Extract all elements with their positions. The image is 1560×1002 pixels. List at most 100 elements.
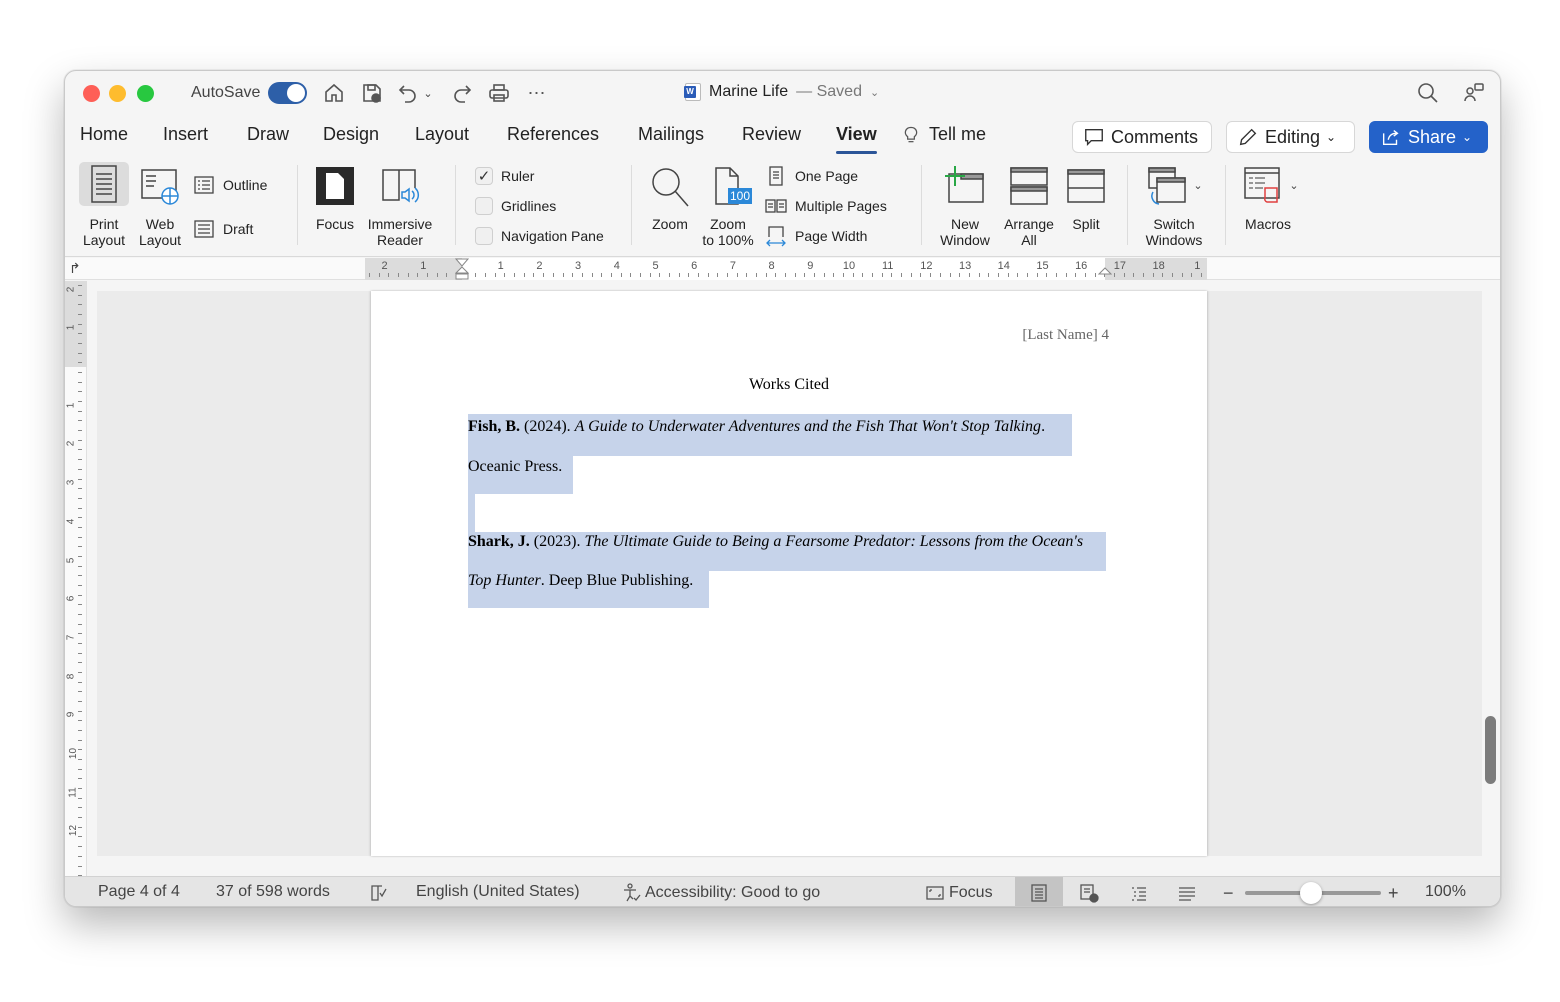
zoom-level[interactable]: 100% — [1425, 883, 1466, 901]
ribbon-separator — [631, 165, 632, 245]
language[interactable]: English (United States) — [416, 883, 580, 901]
zoom-button[interactable] — [645, 162, 695, 210]
close-window-button[interactable] — [83, 85, 100, 102]
tell-me-search[interactable]: Tell me — [901, 124, 986, 145]
draft-button[interactable]: Draft — [193, 218, 253, 240]
zoom-100-icon: 100 — [706, 162, 753, 210]
tab-design[interactable]: Design — [323, 124, 379, 145]
ruler-number: 2 — [65, 286, 77, 292]
tab-draw[interactable]: Draw — [247, 124, 289, 145]
tell-me-label: Tell me — [929, 124, 987, 144]
share-button[interactable]: Share ⌄ — [1369, 121, 1488, 153]
arrange-all-button[interactable] — [1001, 162, 1057, 210]
focus-frame-icon — [926, 886, 944, 900]
tab-references[interactable]: References — [507, 124, 599, 145]
status-bar: Page 4 of 4 37 of 598 words English (Uni… — [65, 876, 1500, 906]
ribbon-separator — [455, 165, 456, 245]
lightbulb-icon — [904, 126, 918, 142]
draft-view-button[interactable] — [1163, 877, 1211, 906]
comments-button[interactable]: Comments — [1072, 121, 1212, 153]
switch-windows-button[interactable]: ⌄ — [1139, 162, 1209, 210]
right-indent-marker[interactable] — [1097, 258, 1113, 285]
outline-icon — [1132, 886, 1146, 901]
minimize-window-button[interactable] — [109, 85, 126, 102]
ruler-tick — [78, 497, 82, 499]
focus-button[interactable] — [309, 162, 359, 210]
web-layout-view-button[interactable] — [1065, 877, 1113, 906]
save-icon[interactable] — [359, 80, 385, 106]
tab-layout[interactable]: Layout — [415, 124, 469, 145]
left-indent-marker[interactable] — [454, 258, 470, 285]
search-icon[interactable] — [1415, 80, 1441, 106]
new-window-button[interactable] — [937, 162, 993, 210]
accessibility-status[interactable]: Accessibility: Good to go — [621, 883, 820, 903]
outline-view-button[interactable] — [1115, 877, 1163, 906]
zoom-in-button[interactable]: + — [1388, 883, 1399, 904]
maximize-window-button[interactable] — [137, 85, 154, 102]
web-layout-button[interactable] — [135, 162, 185, 210]
redo-icon[interactable] — [449, 80, 475, 106]
tab-view[interactable]: View — [836, 124, 877, 154]
multiple-pages-button[interactable]: Multiple Pages — [765, 195, 887, 217]
zoom-slider-handle[interactable] — [1300, 882, 1322, 904]
tab-insert[interactable]: Insert — [163, 124, 208, 145]
document-title[interactable]: Marine Life — Saved ⌄ — [684, 83, 879, 101]
citation-entry-2-line-2[interactable]: Top Hunter. Deep Blue Publishing. — [468, 572, 693, 590]
ruler-tick — [78, 410, 82, 412]
ruler-tick — [1007, 273, 1009, 277]
ruler-tick — [872, 273, 874, 277]
ruler-tick — [746, 273, 748, 277]
proofing-icon[interactable] — [369, 883, 389, 903]
vertical-scrollbar-thumb[interactable] — [1485, 716, 1496, 784]
collaborate-icon[interactable] — [1461, 80, 1487, 106]
print-layout-icon — [82, 162, 126, 206]
print-layout-label: Print Layout — [82, 216, 126, 248]
page-width-button[interactable]: Page Width — [765, 225, 867, 247]
navigation-pane-checkbox[interactable]: Navigation Pane — [475, 227, 604, 245]
focus-mode-button[interactable]: Focus — [925, 883, 993, 903]
autosave-toggle[interactable] — [268, 82, 307, 104]
home-icon[interactable] — [321, 80, 347, 106]
ribbon-separator — [1225, 165, 1226, 245]
citation-entry-1-line-2[interactable]: Oceanic Press. — [468, 458, 562, 476]
one-page-button[interactable]: One Page — [765, 165, 858, 187]
print-icon[interactable] — [486, 80, 512, 106]
web-layout-icon — [138, 162, 182, 210]
ruler-number: 5 — [652, 260, 659, 272]
zoom-out-button[interactable]: − — [1223, 883, 1234, 904]
outline-button[interactable]: Outline — [193, 174, 267, 196]
ruler-tick — [417, 273, 419, 277]
ruler-number: 13 — [958, 260, 972, 272]
autosave-label: AutoSave — [191, 84, 261, 101]
ruler-tick — [78, 817, 82, 819]
zoom-100-button[interactable]: 100 — [701, 162, 755, 210]
page-count[interactable]: Page 4 of 4 — [98, 883, 180, 901]
vertical-ruler[interactable]: 2 1 1 2 3 4 5 6 7 8 9 10 11 12 — [65, 281, 87, 878]
ruler-checkbox[interactable]: ✓ Ruler — [475, 167, 534, 185]
immersive-reader-button[interactable] — [369, 162, 433, 210]
document-page[interactable]: [Last Name] 4 Works Cited Fish, B. (2024… — [371, 291, 1207, 856]
citation-entry-1-line-1[interactable]: Fish, B. (2024). A Guide to Underwater A… — [468, 418, 1045, 436]
print-layout-view-button[interactable] — [1015, 877, 1063, 906]
ruler-number: 12 — [920, 260, 933, 272]
ruler-tick — [581, 273, 583, 277]
tab-home[interactable]: Home — [80, 124, 128, 145]
switch-windows-icon: ⌄ — [1145, 162, 1203, 210]
tab-selector-icon[interactable]: ↱ — [69, 260, 81, 277]
ruler-tick — [649, 273, 651, 277]
editing-mode-button[interactable]: Editing ⌄ — [1226, 121, 1355, 153]
print-layout-button[interactable] — [79, 162, 129, 206]
undo-dropdown-icon[interactable]: ⌄ — [421, 80, 435, 106]
undo-icon[interactable] — [395, 80, 421, 106]
macros-button[interactable]: ⌄ — [1235, 162, 1305, 210]
split-button[interactable] — [1061, 162, 1111, 210]
citation-entry-2-line-1[interactable]: Shark, J. (2023). The Ultimate Guide to … — [468, 533, 1083, 551]
horizontal-ruler[interactable]: ↱ 2 1 1 2 3 4 5 6 7 8 9 10 11 12 13 14 15 16 17 18 1 — [65, 258, 1500, 280]
tab-review[interactable]: Review — [742, 124, 801, 145]
tab-mailings[interactable]: Mailings — [638, 124, 704, 145]
word-count[interactable]: 37 of 598 words — [216, 883, 330, 901]
gridlines-checkbox[interactable]: Gridlines — [475, 197, 556, 215]
ruler-tick — [881, 273, 883, 277]
more-icon[interactable]: ⋯ — [524, 80, 550, 106]
document-canvas[interactable]: [Last Name] 4 Works Cited Fish, B. (2024… — [97, 291, 1482, 856]
